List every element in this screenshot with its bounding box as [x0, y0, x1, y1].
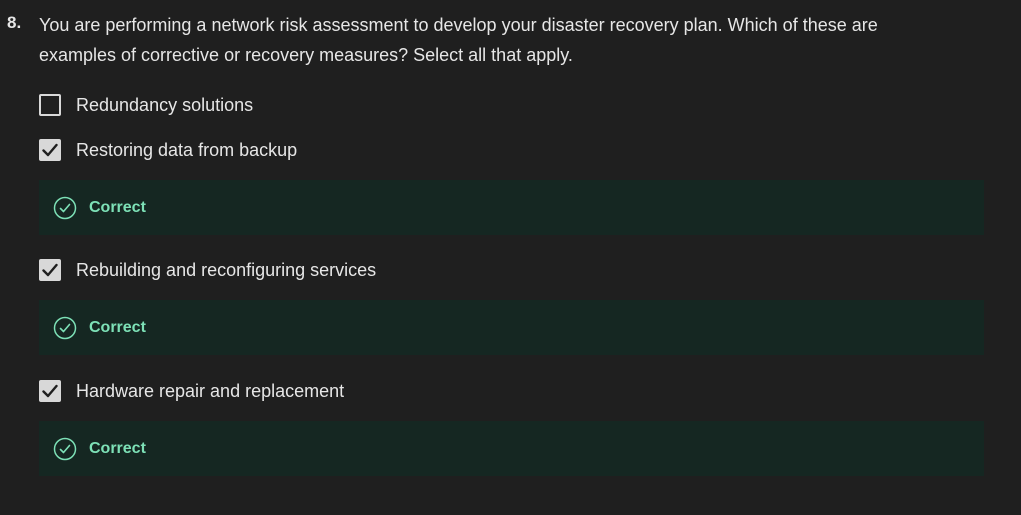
feedback-correct: Correct	[39, 300, 984, 355]
checkbox-checked[interactable]	[39, 380, 61, 402]
option-label: Restoring data from backup	[76, 139, 298, 160]
checkmark-icon	[42, 263, 58, 277]
option-restoring-data[interactable]: Restoring data from backup	[39, 137, 297, 163]
checkmark-icon	[42, 384, 58, 398]
check-circle-icon	[53, 316, 77, 340]
feedback-text: Correct	[89, 198, 146, 216]
option-hardware-repair[interactable]: Hardware repair and replacement	[39, 378, 344, 404]
checkbox-checked[interactable]	[39, 139, 61, 161]
check-circle-icon	[53, 437, 77, 461]
feedback-text: Correct	[89, 439, 146, 457]
checkbox-empty-icon[interactable]	[39, 94, 61, 116]
question-number: 8.	[7, 13, 22, 32]
feedback-correct: Correct	[39, 180, 984, 235]
option-rebuilding-services[interactable]: Rebuilding and reconfiguring services	[39, 257, 376, 283]
checkbox-checked[interactable]	[39, 259, 61, 281]
checkmark-icon	[42, 143, 58, 157]
check-circle-icon	[53, 196, 77, 220]
option-label: Rebuilding and reconfiguring services	[76, 259, 377, 280]
option-label: Hardware repair and replacement	[76, 380, 345, 401]
feedback-correct: Correct	[39, 421, 984, 476]
option-redundancy-solutions[interactable]: Redundancy solutions	[39, 92, 253, 118]
question-text: You are performing a network risk assess…	[39, 15, 878, 65]
feedback-text: Correct	[89, 318, 146, 336]
option-label: Redundancy solutions	[76, 94, 254, 115]
